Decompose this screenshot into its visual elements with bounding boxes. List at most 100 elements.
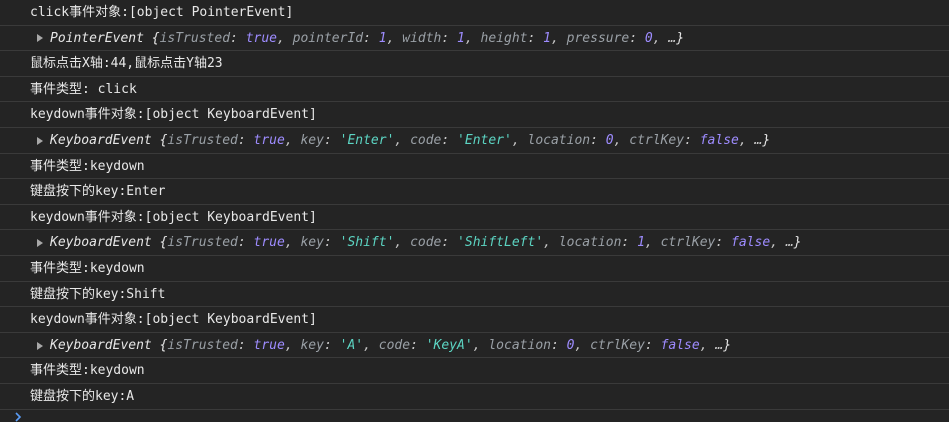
console-message: 事件类型:keydown: [0, 256, 949, 282]
log-text: click事件对象:[object PointerEvent]: [30, 5, 294, 20]
console-message: 鼠标点击X轴:44,鼠标点击Y轴23: [0, 51, 949, 77]
object-type-name: KeyboardEvent: [50, 235, 152, 251]
property-key: location: [527, 132, 591, 148]
colon: :: [323, 132, 340, 148]
property-key: isTrusted: [159, 30, 231, 46]
console-message: 事件类型:keydown: [0, 154, 949, 180]
property-value: 1: [543, 30, 551, 46]
console-message: 键盘按下的key:A: [0, 384, 949, 410]
property-value: 'KeyA': [425, 337, 473, 353]
open-brace: {: [151, 337, 168, 353]
property-key: location: [558, 235, 622, 251]
colon: :: [441, 132, 458, 148]
property-value: false: [731, 235, 771, 251]
colon: :: [237, 235, 254, 251]
colon: :: [441, 235, 458, 251]
open-brace: {: [151, 132, 168, 148]
colon: :: [621, 235, 638, 251]
colon: :: [323, 235, 340, 251]
property-key: key: [300, 235, 324, 251]
comma: ,: [386, 30, 403, 46]
property-value: false: [699, 132, 739, 148]
ellipsis: …: [785, 235, 794, 251]
property-key: code: [410, 235, 442, 251]
console-message: 事件类型:keydown: [0, 358, 949, 384]
log-text: 事件类型:keydown: [30, 363, 145, 379]
object-type-name: KeyboardEvent: [50, 337, 152, 353]
object-type-name: KeyboardEvent: [50, 132, 152, 148]
property-value: 0: [605, 132, 614, 148]
colon: :: [527, 30, 544, 46]
comma: ,: [284, 235, 301, 251]
colon: :: [237, 132, 254, 148]
colon: :: [410, 337, 426, 353]
open-brace: {: [143, 30, 160, 46]
console-message: 事件类型: click: [0, 77, 949, 103]
colon: :: [715, 235, 732, 251]
comma: ,: [284, 132, 301, 148]
close-brace: }: [762, 132, 771, 148]
property-value: 1: [378, 30, 387, 46]
console-object-preview[interactable]: KeyboardEvent {isTrusted: true, key: 'En…: [0, 128, 949, 154]
property-key: pressure: [566, 30, 630, 46]
console-object-preview[interactable]: PointerEvent {isTrusted: true, pointerId…: [0, 26, 949, 52]
comma: ,: [738, 132, 755, 148]
caret-right-icon[interactable]: [36, 230, 46, 255]
comma: ,: [652, 30, 669, 46]
property-key: key: [300, 337, 324, 353]
property-value: true: [253, 132, 285, 148]
console-message: 键盘按下的key:Enter: [0, 179, 949, 205]
close-brace: }: [723, 337, 732, 353]
console-messages: click事件对象:[object PointerEvent] PointerEv…: [0, 0, 949, 410]
comma: ,: [394, 132, 411, 148]
log-text: 键盘按下的key:Shift: [30, 286, 166, 302]
object-preview-text: KeyboardEvent {isTrusted: true, key: 'Sh…: [36, 235, 801, 250]
console-message: keydown事件对象:[object KeyboardEvent]: [0, 102, 949, 128]
property-key: pointerId: [292, 30, 364, 46]
object-type-name: PointerEvent: [50, 30, 144, 46]
property-key: location: [488, 337, 551, 353]
property-key: isTrusted: [167, 337, 238, 353]
log-text: 键盘按下的key:A: [30, 388, 135, 404]
colon: :: [237, 337, 254, 353]
log-text: keydown事件对象:[object KeyboardEvent]: [30, 209, 317, 225]
property-key: isTrusted: [167, 235, 238, 251]
property-value: 1: [637, 235, 645, 251]
property-key: width: [402, 30, 442, 46]
object-preview-text: KeyboardEvent {isTrusted: true, key: 'En…: [36, 133, 770, 148]
property-key: ctrlKey: [590, 337, 645, 353]
colon: :: [363, 30, 379, 46]
log-text: 事件类型:keydown: [30, 260, 145, 276]
property-value: 0: [644, 30, 653, 46]
comma: ,: [284, 337, 301, 353]
colon: :: [230, 30, 246, 46]
comma: ,: [770, 235, 786, 251]
log-text: 事件类型: click: [30, 81, 137, 97]
console-message: keydown事件对象:[object KeyboardEvent]: [0, 307, 949, 333]
comma: ,: [574, 337, 591, 353]
colon: :: [644, 337, 661, 353]
log-text: keydown事件对象:[object KeyboardEvent]: [30, 312, 317, 328]
colon: :: [550, 337, 567, 353]
console-object-preview[interactable]: KeyboardEvent {isTrusted: true, key: 'A'…: [0, 333, 949, 359]
close-brace: }: [676, 30, 685, 46]
caret-right-icon[interactable]: [36, 128, 46, 153]
comma: ,: [550, 30, 567, 46]
property-key: isTrusted: [167, 132, 238, 148]
property-value: true: [253, 235, 285, 251]
colon: :: [323, 337, 340, 353]
colon: :: [684, 132, 700, 148]
property-key: height: [480, 30, 528, 46]
property-key: code: [410, 132, 442, 148]
log-text: 鼠标点击X轴:44,鼠标点击Y轴23: [30, 56, 223, 72]
caret-right-icon[interactable]: [36, 333, 46, 358]
caret-right-icon[interactable]: [36, 26, 46, 51]
comma: ,: [613, 132, 630, 148]
open-brace: {: [151, 235, 168, 251]
property-value: 'A': [339, 337, 364, 353]
comma: ,: [699, 337, 716, 353]
comma: ,: [644, 235, 661, 251]
console-object-preview[interactable]: KeyboardEvent {isTrusted: true, key: 'Sh…: [0, 230, 949, 256]
console-message: keydown事件对象:[object KeyboardEvent]: [0, 205, 949, 231]
property-key: key: [300, 132, 324, 148]
